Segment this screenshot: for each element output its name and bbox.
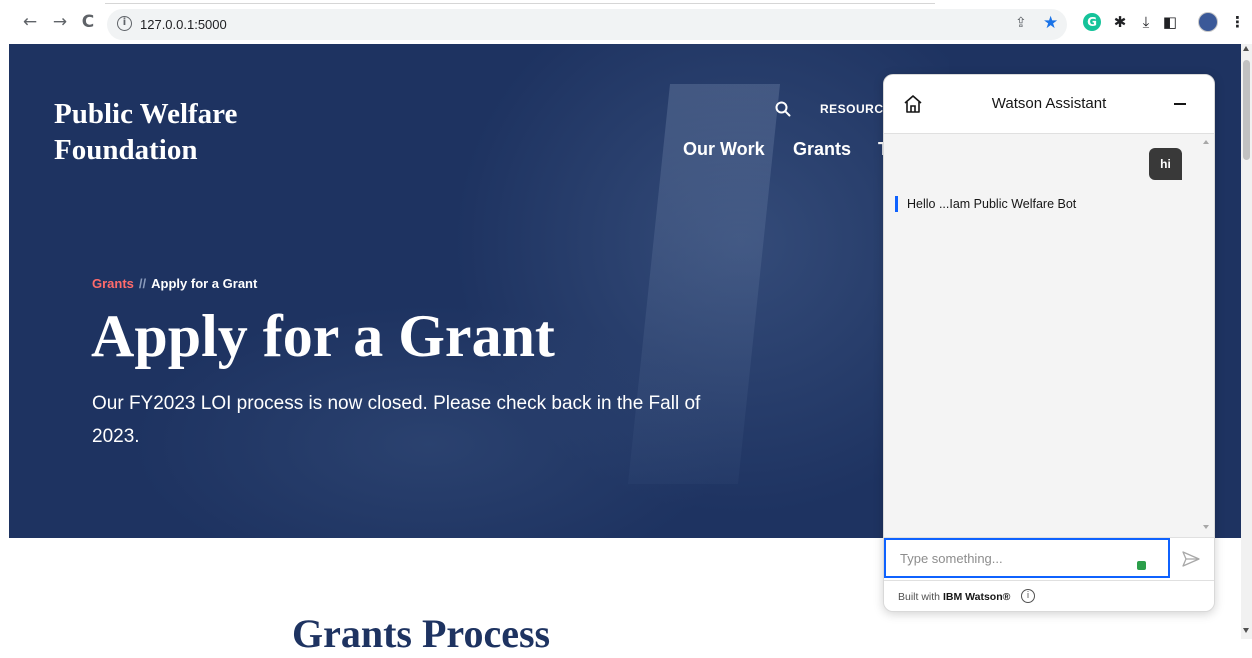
built-with-text: Built with IBM Watson® bbox=[898, 591, 1010, 603]
section-title-grants-process: Grants Process bbox=[292, 611, 551, 656]
address-bar[interactable]: i 127.0.0.1:5000 ⇪ ★ bbox=[107, 9, 1067, 40]
back-arrow-icon[interactable]: ← bbox=[20, 12, 40, 32]
nav-grants[interactable]: Grants bbox=[793, 139, 851, 160]
scrollbar-thumb[interactable] bbox=[1243, 60, 1250, 160]
chat-message-input[interactable] bbox=[884, 538, 1170, 578]
search-icon[interactable] bbox=[774, 100, 792, 118]
breadcrumb-current: Apply for a Grant bbox=[151, 276, 258, 291]
breadcrumb: Grants // Apply for a Grant bbox=[92, 276, 257, 291]
chat-messages: hi Hello ...Iam Public Welfare Bot ? bbox=[884, 134, 1199, 582]
nav-our-work[interactable]: Our Work bbox=[683, 139, 765, 160]
logo-line-1: Public Welfare bbox=[54, 98, 238, 130]
user-message: hi bbox=[1149, 148, 1182, 180]
kebab-menu-icon[interactable]: ⋮ bbox=[1230, 12, 1245, 32]
resources-link[interactable]: RESOURCE bbox=[820, 102, 892, 116]
url-text[interactable]: 127.0.0.1:5000 bbox=[140, 17, 227, 32]
scroll-down-arrow-icon[interactable] bbox=[1243, 628, 1249, 633]
site-logo[interactable]: Public Welfare Foundation bbox=[54, 96, 237, 168]
chat-input-row bbox=[884, 537, 1214, 580]
minimize-icon[interactable] bbox=[1174, 103, 1186, 105]
info-icon[interactable]: i bbox=[1021, 589, 1035, 603]
grammarly-icon[interactable]: G bbox=[1083, 13, 1101, 31]
hero-subtitle: Our FY2023 LOI process is now closed. Pl… bbox=[92, 393, 701, 447]
site-info-icon[interactable]: i bbox=[117, 16, 132, 31]
page-title: Apply for a Grant bbox=[91, 303, 555, 369]
bot-message: Hello ...Iam Public Welfare Bot bbox=[895, 196, 1076, 212]
chat-scrollbar[interactable] bbox=[1199, 134, 1214, 537]
chat-footer: Built with IBM Watson® i bbox=[884, 580, 1214, 611]
breadcrumb-separator: // bbox=[138, 276, 147, 291]
star-icon[interactable]: ★ bbox=[1043, 13, 1058, 33]
page-scrollbar[interactable] bbox=[1241, 44, 1252, 639]
puzzle-icon[interactable]: ✱ bbox=[1110, 12, 1130, 32]
watson-assistant-widget: Watson Assistant hi Hello ...Iam Public … bbox=[883, 74, 1215, 612]
browser-chrome: ← → C i 127.0.0.1:5000 ⇪ ★ G ✱ ⤓ ◧ ⋮ bbox=[0, 0, 1252, 44]
scroll-up-arrow-icon[interactable] bbox=[1243, 46, 1249, 51]
footer-prefix: Built with bbox=[898, 591, 941, 603]
chat-title: Watson Assistant bbox=[991, 95, 1107, 112]
footer-brand: IBM Watson® bbox=[942, 591, 1011, 603]
chat-header: Watson Assistant bbox=[884, 75, 1214, 134]
reload-icon[interactable]: C bbox=[78, 12, 98, 32]
forward-arrow-icon[interactable]: → bbox=[50, 12, 70, 32]
chat-scroll-down-icon[interactable] bbox=[1203, 525, 1209, 529]
tab-strip-line bbox=[105, 3, 935, 4]
share-icon[interactable]: ⇪ bbox=[1015, 15, 1027, 31]
chat-scroll-up-icon[interactable] bbox=[1203, 140, 1209, 144]
side-panel-icon[interactable]: ◧ bbox=[1160, 12, 1180, 32]
grammarly-indicator-icon[interactable] bbox=[1137, 561, 1146, 570]
tab-strip bbox=[0, 0, 1252, 6]
send-icon[interactable] bbox=[1181, 549, 1201, 569]
profile-avatar-icon[interactable] bbox=[1198, 12, 1218, 32]
logo-line-2: Foundation bbox=[54, 134, 198, 166]
breadcrumb-grants-link[interactable]: Grants bbox=[92, 276, 134, 291]
download-icon[interactable]: ⤓ bbox=[1136, 12, 1156, 32]
